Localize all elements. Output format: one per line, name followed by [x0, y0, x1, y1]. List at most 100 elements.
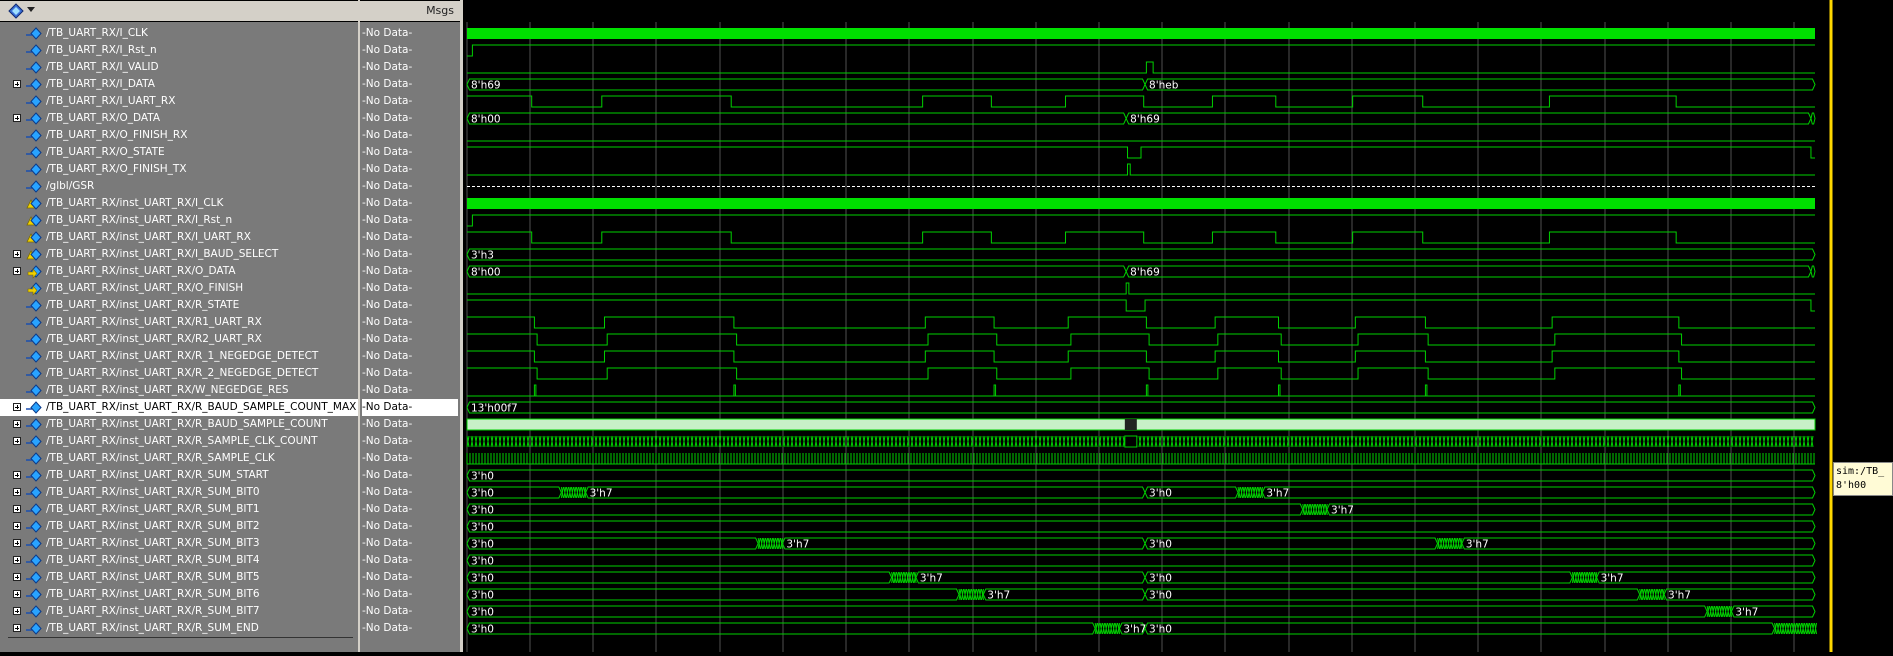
signal-row[interactable]: /TB_UART_RX/I_UART_RX — [0, 93, 358, 110]
signal-row[interactable]: /TB_UART_RX/inst_UART_RX/O_FINISH — [0, 280, 358, 297]
signal-row[interactable]: /TB_UART_RX/O_STATE — [0, 144, 358, 161]
signal-row[interactable]: /TB_UART_RX/inst_UART_RX/I_CLK — [0, 195, 358, 212]
signal-row[interactable]: /TB_UART_RX/inst_UART_RX/R_SUM_BIT5 — [0, 569, 358, 586]
expand-icon[interactable] — [13, 556, 21, 564]
expand-icon[interactable] — [13, 80, 21, 88]
signal-row[interactable]: /TB_UART_RX/I_VALID — [0, 59, 358, 76]
signal-value: -No Data- — [362, 469, 413, 481]
signal-value-cell[interactable]: -No Data- — [362, 569, 458, 586]
signal-row[interactable]: /TB_UART_RX/inst_UART_RX/O_DATA — [0, 263, 358, 280]
signal-value-cell[interactable]: -No Data- — [362, 382, 458, 399]
waveform-canvas[interactable]: 8'h69 8'heb 8'h00 8'h69 3'h3 8'h00 8'h69 13'h00… — [463, 0, 1893, 652]
expand-icon[interactable] — [13, 505, 21, 513]
expand-icon[interactable] — [13, 471, 21, 479]
signal-value-cell[interactable]: -No Data- — [362, 127, 458, 144]
expand-icon[interactable] — [13, 624, 21, 632]
signal-value-cell[interactable]: -No Data- — [362, 263, 458, 280]
signal-row[interactable]: /TB_UART_RX/inst_UART_RX/R_SUM_BIT6 — [0, 586, 358, 603]
expand-icon[interactable] — [13, 114, 21, 122]
chevron-down-icon[interactable] — [27, 7, 35, 12]
signal-row[interactable]: /TB_UART_RX/I_CLK — [0, 25, 358, 42]
signal-row[interactable]: /TB_UART_RX/inst_UART_RX/R_SAMPLE_CLK_CO… — [0, 433, 358, 450]
signal-value-cell[interactable]: -No Data- — [362, 161, 458, 178]
signal-row[interactable]: /TB_UART_RX/inst_UART_RX/R_SUM_START — [0, 467, 358, 484]
signal-value-cell[interactable]: -No Data- — [362, 450, 458, 467]
signal-row[interactable]: /TB_UART_RX/O_FINISH_TX — [0, 161, 358, 178]
signal-row[interactable]: /TB_UART_RX/inst_UART_RX/R_SAMPLE_CLK — [0, 450, 358, 467]
signal-row[interactable]: /TB_UART_RX/O_DATA — [0, 110, 358, 127]
signal-value-cell[interactable]: -No Data- — [362, 348, 458, 365]
signal-value-cell[interactable]: -No Data- — [362, 59, 458, 76]
signal-value-cell[interactable]: -No Data- — [362, 42, 458, 59]
signal-value-cell[interactable]: -No Data- — [362, 178, 458, 195]
signal-value-cell[interactable]: -No Data- — [362, 399, 458, 416]
signal-value-cell[interactable]: -No Data- — [362, 110, 458, 127]
signal-value-cell[interactable]: -No Data- — [362, 467, 458, 484]
diamond-icon — [26, 537, 42, 550]
signal-value-cell[interactable]: -No Data- — [362, 518, 458, 535]
signal-row[interactable]: /TB_UART_RX/inst_UART_RX/R_SUM_BIT4 — [0, 552, 358, 569]
expand-icon[interactable] — [13, 267, 21, 275]
bus-segment — [1144, 622, 1776, 635]
signal-value-cell[interactable]: -No Data- — [362, 552, 458, 569]
signal-value-cell[interactable]: -No Data- — [362, 603, 458, 620]
signal-value-cell[interactable]: -No Data- — [362, 620, 458, 637]
signal-value-cell[interactable]: -No Data- — [362, 93, 458, 110]
signal-row[interactable]: /TB_UART_RX/inst_UART_RX/R_SUM_END — [0, 620, 358, 637]
signal-value-cell[interactable]: -No Data- — [362, 484, 458, 501]
signal-row[interactable]: /TB_UART_RX/inst_UART_RX/R_SUM_BIT1 — [0, 501, 358, 518]
expand-icon[interactable] — [13, 573, 21, 581]
expand-icon[interactable] — [13, 522, 21, 530]
signal-value-cell[interactable]: -No Data- — [362, 144, 458, 161]
signal-value-cell[interactable]: -No Data- — [362, 280, 458, 297]
signal-row[interactable]: /TB_UART_RX/inst_UART_RX/R_SUM_BIT2 — [0, 518, 358, 535]
signal-value-cell[interactable]: -No Data- — [362, 416, 458, 433]
signal-row[interactable]: /TB_UART_RX/I_Rst_n — [0, 42, 358, 59]
expand-icon[interactable] — [13, 539, 21, 547]
signal-value-cell[interactable]: -No Data- — [362, 433, 458, 450]
signal-row[interactable]: /TB_UART_RX/inst_UART_RX/R_STATE — [0, 297, 358, 314]
signal-value-cell[interactable]: -No Data- — [362, 195, 458, 212]
signal-row[interactable]: /TB_UART_RX/inst_UART_RX/R1_UART_RX — [0, 314, 358, 331]
signal-value-cell[interactable]: -No Data- — [362, 297, 458, 314]
signal-row[interactable]: /TB_UART_RX/inst_UART_RX/I_UART_RX — [0, 229, 358, 246]
signal-value-cell[interactable]: -No Data- — [362, 229, 458, 246]
signal-value-cell[interactable]: -No Data- — [362, 501, 458, 518]
signal-row[interactable]: /TB_UART_RX/inst_UART_RX/R_SUM_BIT3 — [0, 535, 358, 552]
signal-row[interactable]: /TB_UART_RX/O_FINISH_RX — [0, 127, 358, 144]
signal-row[interactable]: /TB_UART_RX/inst_UART_RX/R_1_NEGEDGE_DET… — [0, 348, 358, 365]
expand-icon[interactable] — [13, 488, 21, 496]
bit-wave — [467, 231, 1815, 244]
wave-menu-icon[interactable] — [8, 3, 24, 19]
signal-row[interactable]: /TB_UART_RX/inst_UART_RX/W_NEGEDGE_RES — [0, 382, 358, 399]
signal-row[interactable]: /TB_UART_RX/inst_UART_RX/I_Rst_n — [0, 212, 358, 229]
expand-icon[interactable] — [13, 590, 21, 598]
waveform-pane[interactable]: 8'h69 8'heb 8'h00 8'h69 3'h3 8'h00 8'h69 13'h00… — [463, 0, 1893, 652]
signal-row[interactable]: /TB_UART_RX/inst_UART_RX/R_SUM_BIT0 — [0, 484, 358, 501]
msgs-column-header[interactable]: Msgs — [360, 1, 460, 21]
signal-row[interactable]: /TB_UART_RX/inst_UART_RX/R2_UART_RX — [0, 331, 358, 348]
signal-row[interactable]: /glbl/GSR — [0, 178, 358, 195]
signal-value-cell[interactable]: -No Data- — [362, 331, 458, 348]
signal-value-cell[interactable]: -No Data- — [362, 314, 458, 331]
signal-value-cell[interactable]: -No Data- — [362, 365, 458, 382]
signal-row[interactable]: /TB_UART_RX/inst_UART_RX/R_BAUD_SAMPLE_C… — [0, 399, 358, 416]
signal-row[interactable]: /TB_UART_RX/I_DATA — [0, 76, 358, 93]
expand-icon[interactable] — [13, 420, 21, 428]
expand-icon[interactable] — [13, 250, 21, 258]
signal-row[interactable]: /TB_UART_RX/inst_UART_RX/R_SUM_BIT7 — [0, 603, 358, 620]
signal-value-cell[interactable]: -No Data- — [362, 535, 458, 552]
signal-row[interactable]: /TB_UART_RX/inst_UART_RX/R_2_NEGEDGE_DET… — [0, 365, 358, 382]
signal-row[interactable]: /TB_UART_RX/inst_UART_RX/I_BAUD_SELECT — [0, 246, 358, 263]
expand-icon[interactable] — [13, 437, 21, 445]
signal-value-cell[interactable]: -No Data- — [362, 25, 458, 42]
signal-value-cell[interactable]: -No Data- — [362, 76, 458, 93]
bus-segment — [1461, 537, 1816, 550]
signal-row[interactable]: /TB_UART_RX/inst_UART_RX/R_BAUD_SAMPLE_C… — [0, 416, 358, 433]
signal-value-cell[interactable]: -No Data- — [362, 246, 458, 263]
expand-icon[interactable] — [13, 403, 21, 411]
pane-splitter[interactable] — [358, 0, 360, 652]
signal-value-cell[interactable]: -No Data- — [362, 212, 458, 229]
signal-value-cell[interactable]: -No Data- — [362, 586, 458, 603]
expand-icon[interactable] — [13, 607, 21, 615]
